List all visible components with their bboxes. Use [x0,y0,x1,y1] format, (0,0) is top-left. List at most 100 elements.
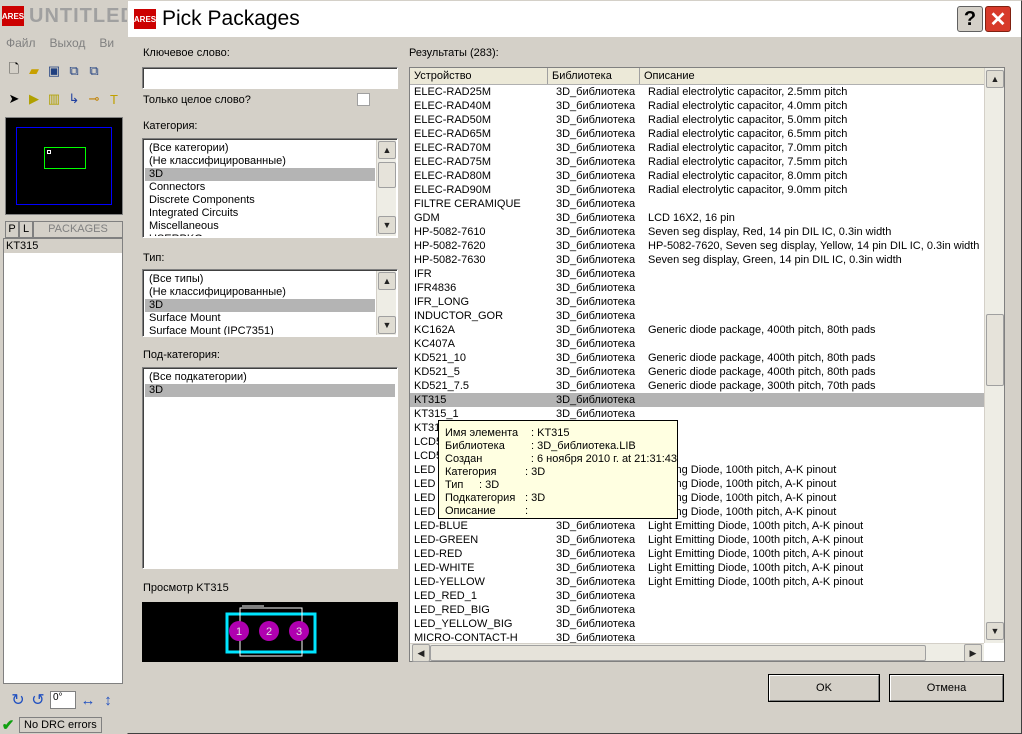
rotate-cw-icon[interactable]: ↻ [10,692,26,709]
table-row[interactable]: KD521_7.5 3D_библиотека Generic diode pack… [410,379,984,393]
pick-button-p[interactable]: P [5,221,19,238]
table-row[interactable]: IFR_LONG 3D_библиотека [410,295,984,309]
table-row[interactable]: ELEC-RAD75M 3D_библиотека Radial electroly… [410,155,984,169]
subcategory-listbox[interactable]: (Все подкатегории) 3D [142,367,398,569]
whole-word-checkbox[interactable] [357,93,370,106]
pointer-icon[interactable]: ➤ [6,91,22,107]
table-row[interactable]: ELEC-RAD80M 3D_библиотека Radial electroly… [410,169,984,183]
via-icon[interactable]: ⊸ [86,91,102,107]
table-row[interactable]: ELEC-RAD65M 3D_библиотека Radial electroly… [410,127,984,141]
table-row[interactable]: FILTRE CERAMIQUE 3D_библиотека [410,197,984,211]
column-header-description[interactable]: Описание [640,68,984,84]
table-row[interactable]: ELEC-RAD50M 3D_библиотека Radial electroly… [410,113,984,127]
menu-file[interactable]: Файл [6,36,36,50]
table-row[interactable]: ELEC-RAD25M 3D_библиотека Radial electroly… [410,85,984,99]
table-row[interactable]: LED_RED_1 3D_библиотека [410,589,984,603]
table-row[interactable]: IFR 3D_библиотека [410,267,984,281]
list-item[interactable]: 3D [145,384,395,397]
table-row[interactable]: LED-WHITE 3D_библиотека Light Emitting Dio… [410,561,984,575]
table-row[interactable]: LED_YELLOW_BIG 3D_библиотека [410,617,984,631]
table-row[interactable]: KT315 3D_библиотека [410,393,984,407]
table-row[interactable]: LED-YELLOW 3D_библиотека Light Emitting Di… [410,575,984,589]
list-item[interactable]: Surface Mount (IPC7351) [145,325,375,335]
scroll-thumb[interactable] [378,162,396,188]
scroll-up-icon[interactable]: ▲ [378,272,396,290]
keyword-input[interactable] [142,67,398,89]
open-folder-icon[interactable]: ▰ [26,63,42,79]
list-item[interactable]: KT315 [4,239,122,253]
list-item[interactable]: 3D [145,168,375,181]
rotate-ccw-icon[interactable]: ↺ [30,692,46,709]
list-item[interactable]: 3D [145,299,375,312]
table-row[interactable]: GDM 3D_библиотека LCD 16X2, 16 pin [410,211,984,225]
import-icon[interactable]: ⧉ [66,63,82,79]
list-item[interactable]: (Все подкатегории) [145,371,395,384]
table-row[interactable]: HP-5082-7620 3D_библиотека HP-5082-7620, S… [410,239,984,253]
table-row[interactable]: KT315_1 3D_библиотека [410,407,984,421]
save-icon[interactable]: ▣ [46,63,62,79]
help-button[interactable]: ? [957,6,983,32]
table-row[interactable]: KD521_5 3D_библиотека Generic diode packag… [410,365,984,379]
table-row[interactable]: IFR4836 3D_библиотека [410,281,984,295]
table-row[interactable]: ELEC-RAD70M 3D_библиотека Radial electroly… [410,141,984,155]
table-row[interactable]: INDUCTOR_GOR 3D_библиотека [410,309,984,323]
package-icon[interactable]: ▥ [46,91,62,107]
pad-icon[interactable]: T [106,91,122,107]
table-row[interactable]: LED-GREEN 3D_библиотека Light Emitting Dio… [410,533,984,547]
scroll-down-icon[interactable]: ▼ [986,622,1004,640]
table-row[interactable]: ELEC-RAD90M 3D_библиотека Radial electroly… [410,183,984,197]
table-row[interactable]: ELEC-RAD40M 3D_библиотека Radial electroly… [410,99,984,113]
menu-exit[interactable]: Выход [50,36,86,50]
menu-view[interactable]: Ви [99,36,114,50]
table-row[interactable]: HP-5082-7630 3D_библиотека Seven seg displ… [410,253,984,267]
angle-field[interactable]: 0° [50,691,76,709]
column-header-library[interactable]: Библиотека [548,68,640,84]
list-item[interactable]: Surface Mount [145,312,375,325]
scroll-up-icon[interactable]: ▲ [986,70,1004,88]
list-item[interactable]: (Все категории) [145,142,375,155]
object-selector-list[interactable]: KT315 [3,238,123,684]
column-header-device[interactable]: Устройство [410,68,548,84]
type-scrollbar[interactable]: ▲ ▼ [376,271,396,335]
cancel-button[interactable]: Отмена [889,674,1004,702]
list-item[interactable]: Integrated Circuits [145,207,375,220]
export-icon[interactable]: ⧉ [86,63,102,79]
drc-status[interactable]: No DRC errors [19,717,102,733]
table-row[interactable]: LED-RED 3D_библиотека Light Emitting Diode… [410,547,984,561]
scroll-thumb[interactable] [986,314,1004,386]
scroll-right-icon[interactable]: ▶ [964,644,982,662]
type-listbox[interactable]: (Все типы) (Не классифицированные) 3D Surfa… [142,269,398,337]
results-table[interactable]: Устройство Библиотека Описание ELEC-RAD2… [409,67,1005,662]
list-item[interactable]: USERPKG [145,233,375,236]
overview-window[interactable] [5,117,123,215]
component-icon[interactable]: ▶ [26,91,42,107]
track-icon[interactable]: ↳ [66,91,82,107]
scroll-down-icon[interactable]: ▼ [378,316,396,334]
scroll-thumb[interactable] [430,645,926,661]
list-item[interactable]: (Не классифицированные) [145,155,375,168]
list-item[interactable]: Miscellaneous [145,220,375,233]
ok-button[interactable]: OK [768,674,880,702]
category-listbox[interactable]: (Все категории) (Не классифицированные) 3D… [142,138,398,238]
close-button[interactable]: ✕ [985,6,1011,32]
list-item[interactable]: Connectors [145,181,375,194]
table-row[interactable]: HP-5082-7610 3D_библиотека Seven seg displ… [410,225,984,239]
results-horizontal-scrollbar[interactable]: ◀ ▶ [410,643,984,662]
table-row[interactable]: KD521_10 3D_библиотека Generic diode packa… [410,351,984,365]
scroll-down-icon[interactable]: ▼ [378,216,396,234]
new-file-icon[interactable]: 🗋 [6,61,22,79]
table-row[interactable]: LED-BLUE 3D_библиотека Light Emitting Diod… [410,519,984,533]
table-row[interactable]: LED_RED_BIG 3D_библиотека [410,603,984,617]
list-item[interactable]: (Все типы) [145,273,375,286]
results-vertical-scrollbar[interactable]: ▲ ▼ [984,68,1004,643]
category-scrollbar[interactable]: ▲ ▼ [376,140,396,236]
dialog-title-bar[interactable]: ARES Pick Packages [128,1,1021,37]
table-row[interactable]: KC407A 3D_библиотека [410,337,984,351]
library-button-l[interactable]: L [19,221,33,238]
scroll-left-icon[interactable]: ◀ [412,644,430,662]
table-row[interactable]: MICRO-CONTACT-H 3D_библиотека [410,631,984,643]
table-row[interactable]: KC162A 3D_библиотека Generic diode package… [410,323,984,337]
list-item[interactable]: (Не классифицированные) [145,286,375,299]
mirror-horizontal-icon[interactable]: ↔ [80,692,96,709]
scroll-up-icon[interactable]: ▲ [378,141,396,159]
